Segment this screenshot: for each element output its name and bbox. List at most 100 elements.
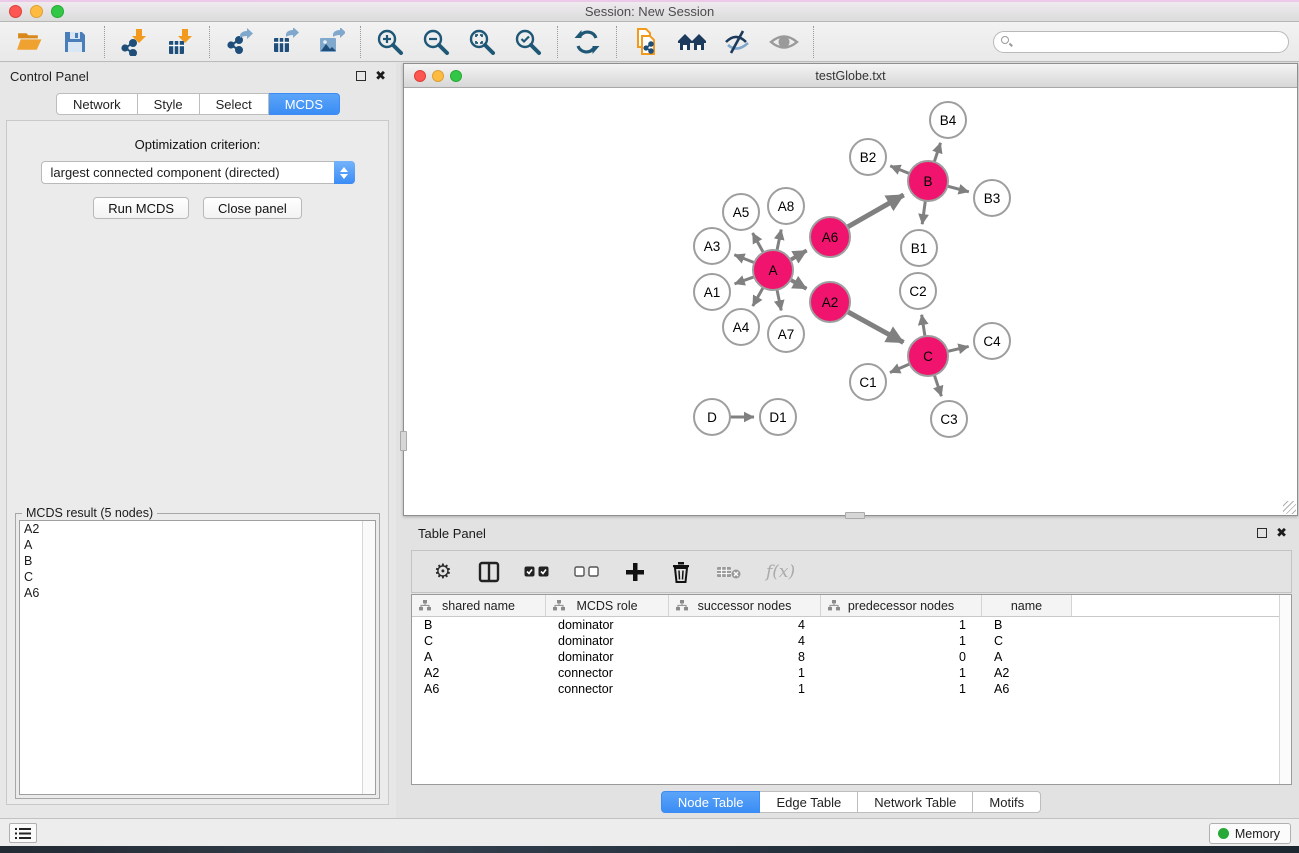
import-network-icon[interactable]	[119, 27, 149, 57]
close-panel-button[interactable]: Close panel	[203, 197, 302, 219]
network-node-b4[interactable]: B4	[929, 101, 967, 139]
horizontal-scrollbar-thumb[interactable]	[845, 512, 865, 519]
open-session-icon[interactable]	[14, 27, 44, 57]
control-panel: Control Panel ✖ NetworkStyleSelectMCDS O…	[0, 63, 396, 818]
memory-label: Memory	[1235, 827, 1280, 841]
network-node-c2[interactable]: C2	[899, 272, 937, 310]
mcds-result-item[interactable]: A6	[20, 585, 375, 601]
search-input[interactable]	[993, 31, 1289, 53]
column-header-name[interactable]: name	[982, 595, 1072, 616]
home-icon[interactable]	[677, 27, 707, 57]
table-cell: connector	[546, 666, 669, 680]
network-node-c3[interactable]: C3	[930, 400, 968, 438]
table-row[interactable]: Cdominator41C	[412, 633, 1291, 649]
mcds-result-list[interactable]: A2ABCA6	[19, 520, 376, 795]
run-mcds-button[interactable]: Run MCDS	[93, 197, 189, 219]
network-node-b[interactable]: B	[907, 160, 949, 202]
import-table-icon[interactable]	[165, 27, 195, 57]
float-panel-icon[interactable]	[356, 71, 366, 81]
memory-button[interactable]: Memory	[1209, 823, 1291, 844]
node-table[interactable]: shared nameMCDS rolesuccessor nodesprede…	[411, 594, 1292, 785]
window-title: Session: New Session	[0, 4, 1299, 19]
tab-edge-table[interactable]: Edge Table	[760, 791, 858, 813]
table-settings-icon[interactable]: ⚙	[432, 559, 454, 585]
network-node-b2[interactable]: B2	[849, 138, 887, 176]
add-column-icon[interactable]	[624, 559, 646, 585]
network-node-a5[interactable]: A5	[722, 193, 760, 231]
table-cell: 1	[669, 666, 821, 680]
vertical-scrollbar-thumb[interactable]	[400, 431, 407, 451]
criterion-select[interactable]: largest connected component (directed)	[41, 161, 355, 184]
resize-handle-icon[interactable]	[1283, 501, 1296, 514]
network-window-titlebar[interactable]: testGlobe.txt	[404, 64, 1297, 88]
network-node-a7[interactable]: A7	[767, 315, 805, 353]
network-node-b1[interactable]: B1	[900, 229, 938, 267]
save-session-icon[interactable]	[60, 27, 90, 57]
table-toolbar: ⚙ f(x)	[411, 550, 1292, 593]
mcds-result-item[interactable]: A	[20, 537, 375, 553]
mcds-tab-content: Optimization criterion: largest connecte…	[6, 120, 389, 805]
memory-status-icon	[1218, 828, 1229, 839]
export-table-icon[interactable]	[270, 27, 300, 57]
zoom-fit-icon[interactable]	[467, 27, 497, 57]
export-network-icon[interactable]	[224, 27, 254, 57]
column-header-successor-nodes[interactable]: successor nodes	[669, 595, 821, 616]
mcds-result-item[interactable]: C	[20, 569, 375, 585]
network-node-a3[interactable]: A3	[693, 227, 731, 265]
show-columns-icon[interactable]	[478, 559, 500, 585]
mcds-result-item[interactable]: A2	[20, 521, 375, 537]
column-type-icon	[676, 600, 688, 611]
table-cell: dominator	[546, 650, 669, 664]
export-image-icon[interactable]	[316, 27, 346, 57]
table-row[interactable]: A6connector11A6	[412, 681, 1291, 697]
network-node-d[interactable]: D	[693, 398, 731, 436]
table-row[interactable]: A2connector11A2	[412, 665, 1291, 681]
tab-network[interactable]: Network	[56, 93, 138, 115]
network-node-c[interactable]: C	[907, 335, 949, 377]
network-canvas[interactable]: A A1 A2 A3 A4 A5 A6 A7 A8 B B1 B2 B3 B4 C C1 C2 C3 C4 D D1	[404, 88, 1297, 515]
column-header-predecessor-nodes[interactable]: predecessor nodes	[821, 595, 982, 616]
column-header-shared-name[interactable]: shared name	[412, 595, 546, 616]
zoom-in-icon[interactable]	[375, 27, 405, 57]
deselect-all-icon[interactable]	[574, 559, 600, 585]
tab-motifs[interactable]: Motifs	[973, 791, 1041, 813]
task-history-button[interactable]	[9, 823, 37, 843]
network-node-a4[interactable]: A4	[722, 308, 760, 346]
network-window-title: testGlobe.txt	[404, 69, 1297, 83]
table-cell: 1	[821, 682, 982, 696]
table-scrollbar[interactable]	[1279, 595, 1291, 784]
network-node-a1[interactable]: A1	[693, 273, 731, 311]
network-node-a6[interactable]: A6	[809, 216, 851, 258]
network-node-a[interactable]: A	[752, 249, 794, 291]
zoom-selected-icon[interactable]	[513, 27, 543, 57]
tab-node-table[interactable]: Node Table	[661, 791, 761, 813]
network-node-b3[interactable]: B3	[973, 179, 1011, 217]
function-builder-icon: f(x)	[766, 559, 795, 585]
column-header-MCDS-role[interactable]: MCDS role	[546, 595, 669, 616]
network-node-c4[interactable]: C4	[973, 322, 1011, 360]
tab-style[interactable]: Style	[138, 93, 200, 115]
select-stepper-icon	[334, 161, 355, 184]
table-cell: 4	[669, 618, 821, 632]
network-node-a8[interactable]: A8	[767, 187, 805, 225]
network-node-a2[interactable]: A2	[809, 281, 851, 323]
close-panel-icon[interactable]: ✖	[375, 71, 386, 81]
tab-select[interactable]: Select	[200, 93, 269, 115]
tab-mcds[interactable]: MCDS	[269, 93, 340, 115]
table-cell: 0	[821, 650, 982, 664]
mcds-result-item[interactable]: B	[20, 553, 375, 569]
delete-column-icon[interactable]	[670, 559, 692, 585]
network-node-c1[interactable]: C1	[849, 363, 887, 401]
clone-network-icon[interactable]	[631, 27, 661, 57]
float-table-panel-icon[interactable]	[1257, 528, 1267, 538]
zoom-out-icon[interactable]	[421, 27, 451, 57]
close-table-panel-icon[interactable]: ✖	[1276, 528, 1287, 538]
network-node-d1[interactable]: D1	[759, 398, 797, 436]
tab-network-table[interactable]: Network Table	[858, 791, 973, 813]
list-scrollbar[interactable]	[362, 521, 375, 794]
table-row[interactable]: Bdominator41B	[412, 617, 1291, 633]
apply-layout-icon[interactable]	[572, 27, 602, 57]
hide-graphics-details-icon[interactable]	[723, 27, 753, 57]
select-all-icon[interactable]	[524, 559, 550, 585]
table-row[interactable]: Adominator80A	[412, 649, 1291, 665]
